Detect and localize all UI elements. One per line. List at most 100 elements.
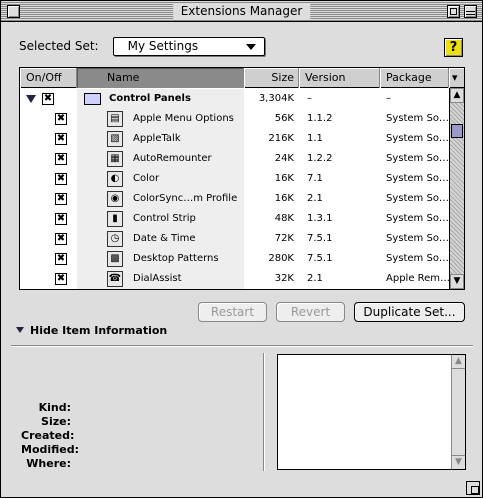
scroll-down-arrow-icon[interactable]: ▼ xyxy=(450,274,464,289)
hide-item-information-label: Hide Item Information xyxy=(30,324,168,337)
column-size[interactable]: Size xyxy=(244,68,299,88)
selected-set-popup[interactable]: My Settings xyxy=(112,36,265,56)
item-name: DialAssist xyxy=(133,273,182,284)
item-version: 1.1.2 xyxy=(307,113,333,124)
enable-checkbox[interactable]: ✖ xyxy=(55,153,67,165)
enable-checkbox[interactable]: ✖ xyxy=(55,133,67,145)
duplicate-set-button[interactable]: Duplicate Set... xyxy=(354,302,465,322)
control-panel-icon: ◷ xyxy=(107,231,123,247)
enable-checkbox[interactable]: ✖ xyxy=(55,213,67,225)
description-scrollbar[interactable]: ▲ ▼ xyxy=(451,355,465,469)
chevron-down-icon xyxy=(245,43,256,50)
disclosure-triangle-icon xyxy=(16,327,24,333)
size-label: Size: xyxy=(41,415,71,428)
selected-set-label: Selected Set: xyxy=(19,39,99,53)
kind-label: Kind: xyxy=(38,401,71,414)
window-title: Extensions Manager xyxy=(172,4,311,19)
enable-checkbox[interactable]: ✖ xyxy=(55,193,67,205)
item-version: 7.5.1 xyxy=(307,253,333,264)
group-package: – xyxy=(386,93,391,104)
group-name: Control Panels xyxy=(109,93,191,104)
divider xyxy=(263,353,265,471)
item-version: 7.5.1 xyxy=(307,233,333,244)
zoom-box[interactable] xyxy=(447,5,460,18)
list-item[interactable]: ✖ ▮ Control Strip 48K 1.3.1 System So… xyxy=(20,209,449,229)
close-box[interactable] xyxy=(7,5,20,18)
item-name: Color xyxy=(133,173,160,184)
revert-button[interactable]: Revert xyxy=(276,302,345,322)
item-size: 72K xyxy=(274,233,294,244)
item-package: System So… xyxy=(386,233,449,244)
column-package[interactable]: Package xyxy=(380,68,449,88)
scroll-thumb[interactable] xyxy=(451,124,463,138)
item-package: System So… xyxy=(386,153,449,164)
hide-item-information-toggle[interactable]: Hide Item Information xyxy=(16,324,167,337)
enable-checkbox[interactable]: ✖ xyxy=(55,113,67,125)
selected-set-value: My Settings xyxy=(127,38,199,53)
enable-checkbox[interactable]: ✖ xyxy=(55,233,67,245)
enable-checkbox[interactable]: ✖ xyxy=(55,273,67,285)
item-package: System So… xyxy=(386,193,449,204)
item-name: Desktop Patterns xyxy=(133,253,219,264)
item-name: AutoRemounter xyxy=(133,153,212,164)
disclosure-triangle-icon[interactable] xyxy=(26,95,36,103)
list-rows: ✖ Control Panels 3,304K – – ✖ ▤ Apple Me… xyxy=(20,89,449,289)
scroll-down-arrow-icon[interactable]: ▼ xyxy=(452,455,465,469)
item-package: System So… xyxy=(386,173,449,184)
list-item[interactable]: ✖ ▦ AutoRemounter 24K 1.2.2 System So… xyxy=(20,149,449,169)
item-size: 56K xyxy=(274,113,294,124)
resize-grow-box[interactable] xyxy=(466,481,480,495)
item-name: Date & Time xyxy=(133,233,196,244)
scroll-up-arrow-icon[interactable]: ▲ xyxy=(452,355,465,369)
list-item[interactable]: ✖ ◉ ColorSync…m Profile 16K 2.1 System S… xyxy=(20,189,449,209)
item-version: 1.2.2 xyxy=(307,153,333,164)
item-info-labels: Kind: Size: Created: Modified: Where: xyxy=(21,401,79,471)
list-item[interactable]: ✖ ☎ DialAssist 32K 2.1 Apple Rem… xyxy=(20,269,449,289)
group-checkbox[interactable]: ✖ xyxy=(42,93,54,105)
selected-set-row: Selected Set: My Settings xyxy=(19,36,265,56)
restart-button[interactable]: Restart xyxy=(198,302,267,322)
item-version: 2.1 xyxy=(307,273,323,284)
folder-icon xyxy=(84,93,101,105)
group-size: 3,304K xyxy=(258,93,294,104)
title-bar[interactable]: Extensions Manager xyxy=(1,1,482,22)
control-panel-icon: ▤ xyxy=(107,111,123,127)
control-panel-icon: ▮ xyxy=(107,211,123,227)
item-name: ColorSync…m Profile xyxy=(133,193,238,204)
list-header: On/Off Name Size Version Package ▾ xyxy=(20,68,464,88)
control-panel-icon: ▩ xyxy=(107,251,123,267)
item-package: Apple Rem… xyxy=(386,273,449,284)
list-scrollbar[interactable]: ▲ ▼ xyxy=(449,88,464,289)
column-version[interactable]: Version xyxy=(299,68,380,88)
control-panel-icon: ▦ xyxy=(107,151,123,167)
item-size: 216K xyxy=(268,133,294,144)
scroll-up-arrow-icon[interactable]: ▲ xyxy=(450,88,464,103)
control-panel-icon: ☎ xyxy=(107,271,123,287)
group-row-control-panels[interactable]: ✖ Control Panels 3,304K – – xyxy=(20,89,449,109)
group-version: – xyxy=(307,93,312,104)
item-version: 1.1 xyxy=(307,133,323,144)
list-item[interactable]: ✖ ▩ Desktop Patterns 280K 7.5.1 System S… xyxy=(20,249,449,269)
list-menu-icon[interactable]: ▾ xyxy=(449,68,464,88)
enable-checkbox[interactable]: ✖ xyxy=(55,253,67,265)
item-version: 1.3.1 xyxy=(307,213,333,224)
extensions-manager-window: Extensions Manager Selected Set: My Sett… xyxy=(0,0,483,498)
divider xyxy=(11,345,473,347)
column-onoff[interactable]: On/Off xyxy=(20,68,77,88)
control-panel-icon: ◉ xyxy=(107,191,123,207)
item-package: System So… xyxy=(386,213,449,224)
collapse-box[interactable] xyxy=(464,5,477,18)
item-size: 280K xyxy=(268,253,294,264)
enable-checkbox[interactable]: ✖ xyxy=(55,173,67,185)
list-item[interactable]: ✖ ▤ Apple Menu Options 56K 1.1.2 System … xyxy=(20,109,449,129)
item-description-box[interactable]: ▲ ▼ xyxy=(277,354,466,470)
column-name[interactable]: Name xyxy=(77,68,244,88)
list-item[interactable]: ✖ ▧ AppleTalk 216K 1.1 System So… xyxy=(20,129,449,149)
where-label: Where: xyxy=(26,457,71,470)
extensions-list[interactable]: On/Off Name Size Version Package ▾ ✖ Con… xyxy=(19,67,465,290)
list-item[interactable]: ✖ ◷ Date & Time 72K 7.5.1 System So… xyxy=(20,229,449,249)
item-size: 16K xyxy=(274,193,294,204)
list-item[interactable]: ✖ ◐ Color 16K 7.1 System So… xyxy=(20,169,449,189)
help-button[interactable]: ? xyxy=(444,38,463,57)
item-package: System So… xyxy=(386,133,449,144)
